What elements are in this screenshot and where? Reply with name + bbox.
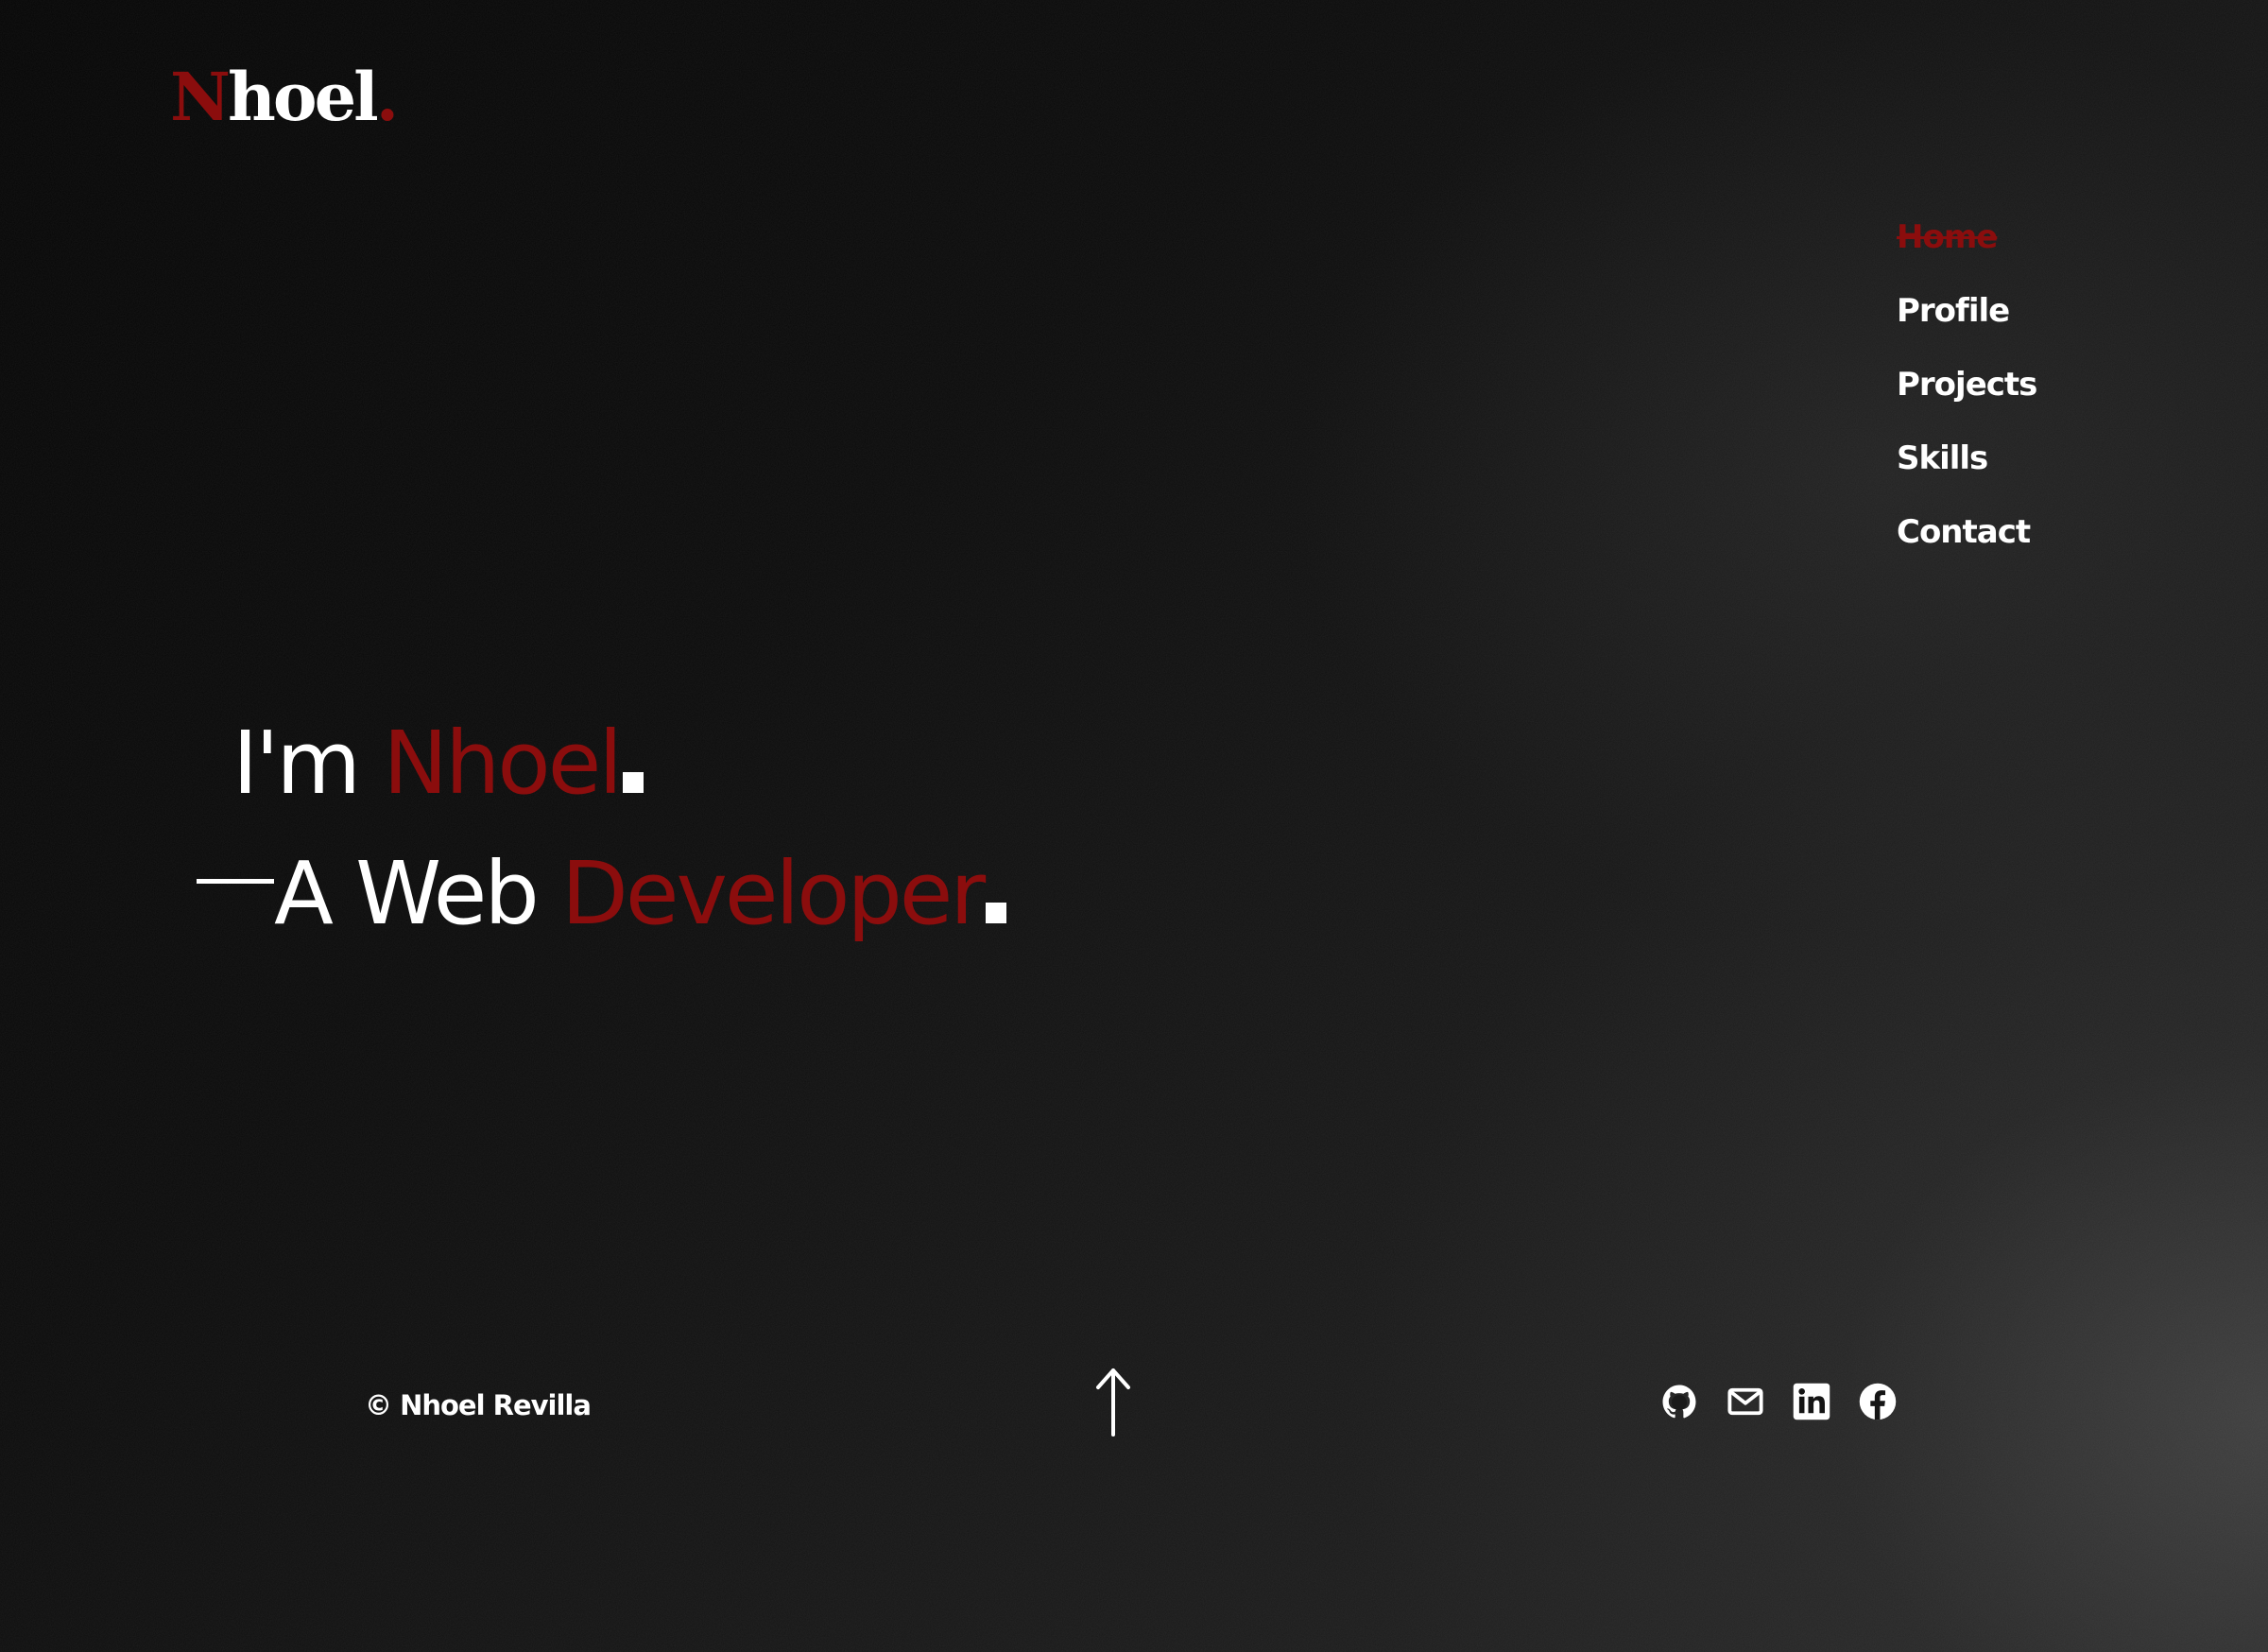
hero-role-title: Developer	[561, 843, 986, 944]
nav-item-home: Home	[1897, 200, 2036, 274]
hero-role: A Web Developer	[197, 851, 1007, 938]
main-nav: Home Profile Projects Skills Contact	[1897, 200, 2037, 569]
hero-name-dot	[622, 772, 644, 793]
logo-dot: .	[375, 58, 399, 136]
logo-initial: N	[170, 58, 231, 136]
copyright-text: © Nhoel Revilla	[365, 1389, 592, 1421]
scroll-top-button[interactable]	[1092, 1367, 1134, 1437]
nav-item-projects: Projects	[1897, 348, 2037, 422]
hero-greeting: I'm Nhoel	[232, 720, 644, 807]
hero-name: Nhoel	[383, 713, 623, 814]
nav-link-profile[interactable]: Profile	[1897, 292, 2010, 330]
email-link[interactable]	[1726, 1382, 1765, 1421]
logo-text: hoel	[227, 58, 379, 136]
hero-greeting-prefix: I'm	[232, 713, 361, 814]
nav-item-skills: Skills	[1897, 422, 2036, 495]
facebook-link[interactable]	[1858, 1382, 1898, 1421]
site-logo[interactable]: Nhoel.	[170, 64, 399, 130]
social-links	[1659, 1382, 1898, 1421]
nav-link-skills[interactable]: Skills	[1897, 439, 1988, 477]
nav-link-projects[interactable]: Projects	[1897, 366, 2037, 404]
github-icon	[1662, 1385, 1696, 1419]
hero-role-prefix: A Web	[274, 843, 540, 944]
hero-role-dot	[986, 903, 1007, 923]
facebook-icon	[1859, 1383, 1897, 1420]
nav-link-home[interactable]: Home	[1897, 218, 1998, 256]
arrow-up-icon	[1096, 1368, 1130, 1437]
linkedin-icon	[1793, 1383, 1830, 1420]
github-link[interactable]	[1659, 1382, 1699, 1421]
nav-item-contact: Contact	[1897, 495, 2036, 569]
linkedin-link[interactable]	[1792, 1382, 1831, 1421]
mail-icon	[1727, 1387, 1763, 1416]
hero-role-dash	[197, 879, 274, 884]
nav-link-contact[interactable]: Contact	[1897, 513, 2031, 551]
nav-item-profile: Profile	[1897, 274, 2036, 348]
